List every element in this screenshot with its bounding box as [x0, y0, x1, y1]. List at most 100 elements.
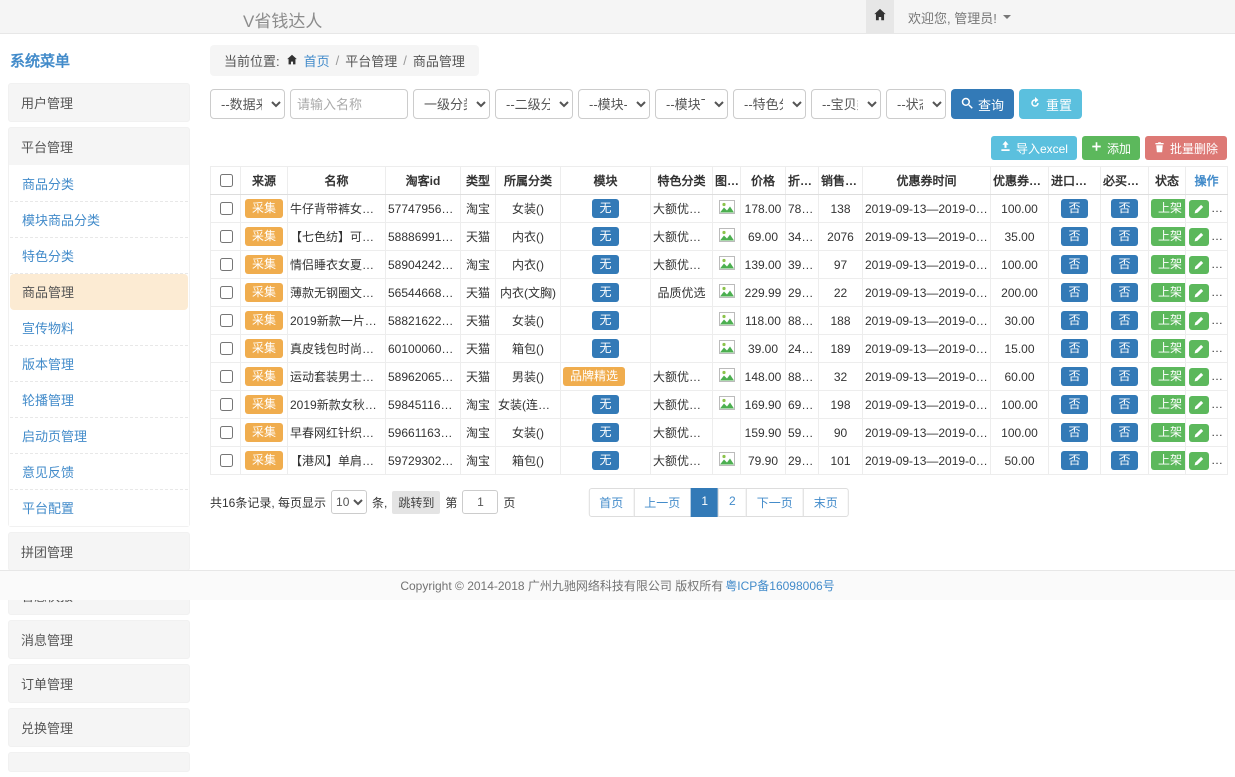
imported-badge[interactable]: 否	[1061, 367, 1087, 386]
edit-button[interactable]	[1189, 396, 1209, 414]
row-checkbox[interactable]	[220, 314, 233, 327]
icp-link[interactable]: 粤ICP备16098006号	[725, 577, 834, 594]
row-checkbox[interactable]	[220, 258, 233, 271]
must-buy-badge[interactable]: 否	[1111, 283, 1137, 302]
level2-category-select[interactable]: --二级分类--	[495, 89, 573, 119]
row-checkbox[interactable]	[220, 398, 233, 411]
status-badge[interactable]: 上架	[1151, 367, 1186, 386]
page-size-select[interactable]: 10	[331, 490, 367, 514]
must-buy-badge[interactable]: 否	[1111, 199, 1137, 218]
imported-badge[interactable]: 否	[1061, 339, 1087, 358]
name-cell: 运动套装男士卫衣初秋...	[288, 363, 386, 391]
edit-button[interactable]	[1189, 312, 1209, 330]
imported-badge[interactable]: 否	[1061, 451, 1087, 470]
sidebar-group-label[interactable]: 兑换管理	[9, 709, 189, 746]
sidebar-group-label[interactable]	[9, 753, 189, 771]
status-select[interactable]: --状态--	[886, 89, 946, 119]
sidebar-item[interactable]: 商品管理	[10, 274, 188, 310]
user-menu[interactable]: 欢迎您, 管理员!	[908, 8, 1011, 27]
edit-button[interactable]	[1189, 340, 1209, 358]
imported-badge[interactable]: 否	[1061, 311, 1087, 330]
page-number-input[interactable]	[462, 490, 498, 514]
select-all-checkbox[interactable]	[220, 174, 233, 187]
sidebar-group-label[interactable]: 订单管理	[9, 665, 189, 702]
edit-button[interactable]	[1189, 284, 1209, 302]
page-button[interactable]: 上一页	[633, 488, 691, 517]
sidebar-group-label[interactable]: 平台管理	[9, 128, 189, 165]
edit-button[interactable]	[1189, 424, 1209, 442]
sidebar-group-label[interactable]: 消息管理	[9, 621, 189, 658]
sidebar-item[interactable]: 意见反馈	[10, 454, 188, 490]
page-button[interactable]: 首页	[588, 488, 634, 517]
sidebar-item[interactable]: 特色分类	[10, 238, 188, 274]
home-button[interactable]	[866, 0, 894, 34]
row-checkbox[interactable]	[220, 230, 233, 243]
feature-category-select[interactable]: --特色分类--	[733, 89, 806, 119]
imported-badge[interactable]: 否	[1061, 283, 1087, 302]
page-button[interactable]: 1	[690, 488, 719, 517]
must-buy-badge[interactable]: 否	[1111, 255, 1137, 274]
search-button[interactable]: 查询	[951, 89, 1014, 119]
import-excel-button[interactable]: 导入excel	[991, 136, 1077, 160]
row-checkbox[interactable]	[220, 286, 233, 299]
sidebar-item[interactable]: 平台配置	[10, 490, 188, 525]
imported-badge[interactable]: 否	[1061, 199, 1087, 218]
must-buy-badge[interactable]: 否	[1111, 395, 1137, 414]
item-type-select[interactable]: --宝贝类型--	[811, 89, 881, 119]
status-badge[interactable]: 上架	[1151, 339, 1186, 358]
row-checkbox[interactable]	[220, 342, 233, 355]
sidebar-item[interactable]: 轮播管理	[10, 382, 188, 418]
status-badge[interactable]: 上架	[1151, 227, 1186, 246]
must-buy-badge[interactable]: 否	[1111, 339, 1137, 358]
imported-badge[interactable]: 否	[1061, 395, 1087, 414]
level1-category-select[interactable]: 一级分类	[413, 89, 490, 119]
row-checkbox[interactable]	[220, 426, 233, 439]
sidebar-item[interactable]: 版本管理	[10, 346, 188, 382]
sidebar-item[interactable]: 宣传物料	[10, 310, 188, 346]
imported-badge[interactable]: 否	[1061, 255, 1087, 274]
status-badge[interactable]: 上架	[1151, 451, 1186, 470]
edit-button[interactable]	[1189, 256, 1209, 274]
edit-button[interactable]	[1189, 452, 1209, 470]
status-badge[interactable]: 上架	[1151, 255, 1186, 274]
name-input[interactable]	[290, 89, 408, 119]
row-select-cell	[211, 419, 241, 447]
row-checkbox[interactable]	[220, 202, 233, 215]
add-button[interactable]: 添加	[1082, 136, 1140, 160]
status-badge[interactable]: 上架	[1151, 283, 1186, 302]
reset-button[interactable]: 重置	[1019, 89, 1082, 119]
edit-button[interactable]	[1189, 368, 1209, 386]
feature-cell: 大额优惠券	[651, 447, 713, 475]
must-buy-badge[interactable]: 否	[1111, 451, 1137, 470]
sidebar-item[interactable]: 模块商品分类	[10, 202, 188, 238]
trash-icon	[1154, 141, 1165, 156]
jump-button[interactable]: 跳转到	[392, 491, 440, 514]
imported-badge[interactable]: 否	[1061, 227, 1087, 246]
module-select[interactable]: --模块--	[578, 89, 650, 119]
must-buy-badge[interactable]: 否	[1111, 227, 1137, 246]
breadcrumb-home-link[interactable]: 首页	[304, 51, 330, 70]
status-badge[interactable]: 上架	[1151, 311, 1186, 330]
page-button[interactable]: 末页	[803, 488, 849, 517]
must-buy-badge[interactable]: 否	[1111, 311, 1137, 330]
batch-delete-button[interactable]: 批量删除	[1145, 136, 1227, 160]
status-badge[interactable]: 上架	[1151, 199, 1186, 218]
page-button[interactable]: 下一页	[746, 488, 804, 517]
status-badge[interactable]: 上架	[1151, 395, 1186, 414]
edit-button[interactable]	[1189, 228, 1209, 246]
sidebar-item[interactable]: 启动页管理	[10, 418, 188, 454]
page-button[interactable]: 2	[718, 488, 747, 517]
row-checkbox[interactable]	[220, 370, 233, 383]
must-buy-badge[interactable]: 否	[1111, 367, 1137, 386]
sidebar-group-label[interactable]: 拼团管理	[9, 533, 189, 570]
module-subcategory-select[interactable]: --模块下分类--	[655, 89, 728, 119]
sidebar-group-label[interactable]: 用户管理	[9, 84, 189, 121]
pagination-buttons: 首页上一页12下一页末页	[588, 488, 848, 517]
data-source-select[interactable]: --数据来源--	[210, 89, 285, 119]
imported-badge[interactable]: 否	[1061, 423, 1087, 442]
edit-button[interactable]	[1189, 200, 1209, 218]
sidebar-item[interactable]: 商品分类	[10, 166, 188, 202]
row-checkbox[interactable]	[220, 454, 233, 467]
status-badge[interactable]: 上架	[1151, 423, 1186, 442]
must-buy-badge[interactable]: 否	[1111, 423, 1137, 442]
